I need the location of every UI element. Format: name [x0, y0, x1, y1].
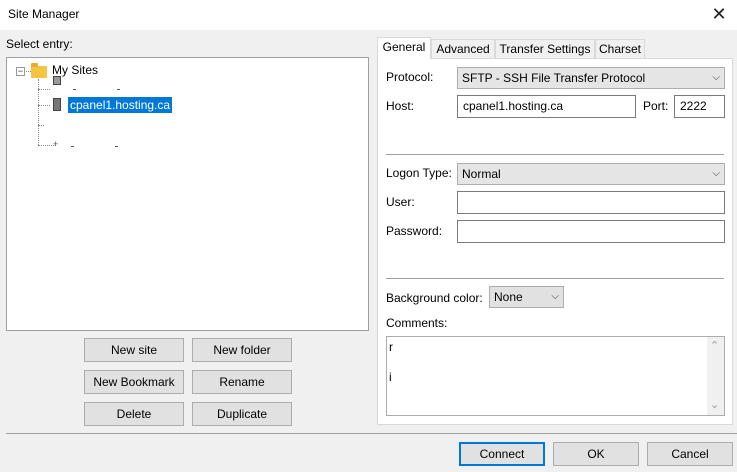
protocol-value: SFTP - SSH File Transfer Protocol	[462, 71, 646, 85]
logon-type-value: Normal	[462, 167, 501, 181]
chevron-down-icon: ⌵	[551, 291, 559, 302]
tab-transfer-settings[interactable]: Transfer Settings	[495, 39, 595, 58]
tree-connector	[71, 146, 74, 147]
root-expander-icon[interactable]: −	[16, 67, 25, 76]
tab-charset[interactable]: Charset	[595, 39, 645, 58]
tree-connector	[38, 105, 50, 106]
user-input[interactable]	[457, 191, 725, 214]
logon-type-label: Logon Type:	[386, 166, 452, 180]
password-input[interactable]	[457, 220, 725, 243]
port-input[interactable]: 2222	[674, 95, 725, 118]
background-color-label: Background color:	[386, 291, 483, 305]
divider	[386, 154, 724, 155]
comments-label: Comments:	[386, 316, 448, 330]
tree-connector	[73, 89, 76, 90]
user-label: User:	[386, 195, 415, 209]
divider	[386, 278, 724, 279]
protocol-select[interactable]: SFTP - SSH File Transfer Protocol ⌵	[457, 67, 725, 89]
ok-button[interactable]: OK	[553, 442, 639, 466]
scroll-down-icon[interactable]: ⌄	[710, 398, 719, 411]
host-label: Host:	[386, 99, 415, 113]
logon-type-select[interactable]: Normal ⌵	[457, 163, 725, 185]
password-label: Password:	[386, 224, 443, 238]
tree-connector	[115, 146, 118, 147]
cancel-button[interactable]: Cancel	[647, 442, 733, 466]
rename-button[interactable]: Rename	[192, 370, 292, 394]
chevron-down-icon: ⌵	[712, 168, 720, 179]
new-site-button[interactable]: New site	[84, 338, 184, 362]
select-entry-label: Select entry:	[6, 37, 73, 51]
title-bar	[0, 0, 737, 30]
tree-item-selected-site[interactable]: cpanel1.hosting.ca	[68, 97, 173, 113]
chevron-down-icon: ⌵	[712, 72, 720, 83]
comments-scrollbar[interactable]: ⌃ ⌄	[707, 337, 724, 415]
port-label: Port:	[643, 99, 669, 113]
tab-advanced[interactable]: Advanced	[431, 39, 495, 58]
server-icon	[53, 76, 61, 85]
comments-textarea[interactable]: r i ⌃ ⌄	[386, 336, 725, 416]
tree-connector	[38, 125, 44, 126]
background-color-value: None	[494, 290, 523, 304]
protocol-label: Protocol:	[386, 70, 434, 84]
close-icon[interactable]: ✕	[707, 2, 731, 26]
comments-line: i	[389, 370, 392, 384]
footer-divider	[6, 433, 737, 434]
general-panel: Protocol: SFTP - SSH File Transfer Proto…	[377, 58, 733, 425]
server-icon	[53, 98, 61, 111]
connect-button[interactable]: Connect	[459, 442, 545, 466]
new-folder-button[interactable]: New folder	[192, 338, 292, 362]
host-input[interactable]: cpanel1.hosting.ca	[457, 95, 636, 118]
background-color-select[interactable]: None ⌵	[489, 286, 564, 308]
duplicate-button[interactable]: Duplicate	[192, 402, 292, 426]
window-title: Site Manager	[8, 7, 80, 21]
scroll-up-icon[interactable]: ⌃	[710, 339, 719, 352]
tree-item-my-sites[interactable]: My Sites	[52, 63, 98, 77]
tree-connector	[117, 89, 120, 90]
tree-connector	[38, 89, 50, 90]
site-tree[interactable]: − My Sites cpanel1.hosting.ca +	[6, 57, 369, 331]
new-bookmark-button[interactable]: New Bookmark	[84, 370, 184, 394]
comments-line: r	[389, 340, 393, 354]
folder-icon	[31, 63, 47, 78]
child-expander-icon[interactable]: +	[53, 139, 58, 149]
tab-general[interactable]: General	[377, 37, 431, 59]
delete-button[interactable]: Delete	[84, 402, 184, 426]
